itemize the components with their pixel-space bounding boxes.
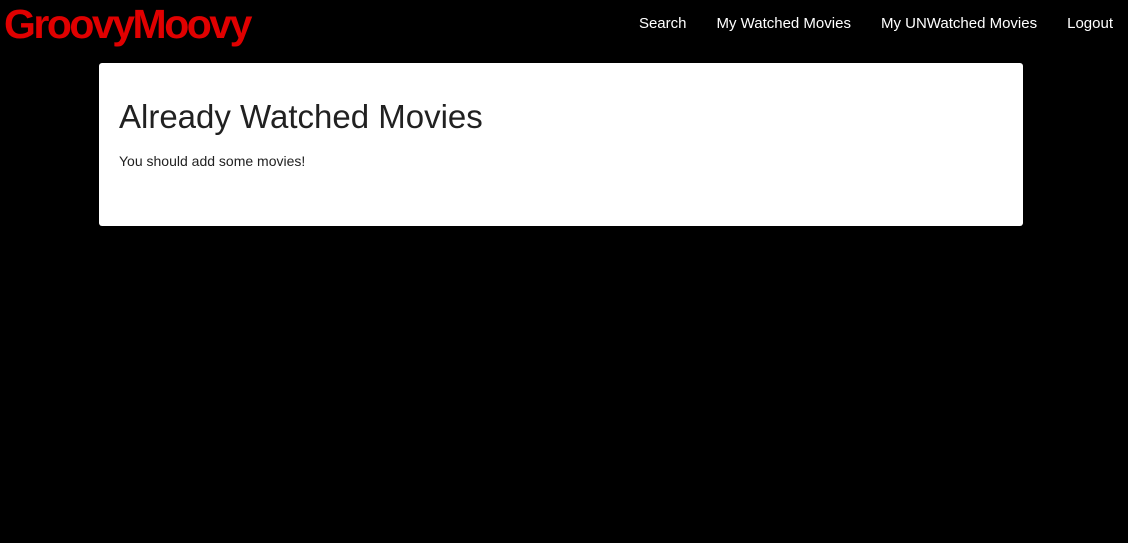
nav-link-unwatched-movies[interactable]: My UNWatched Movies: [881, 15, 1037, 32]
nav-link-watched-movies[interactable]: My Watched Movies: [716, 15, 850, 32]
nav-links: Search My Watched Movies My UNWatched Mo…: [639, 0, 1113, 46]
nav-link-search[interactable]: Search: [639, 15, 687, 32]
page-title: Already Watched Movies: [119, 98, 483, 135]
watched-movies-card: Already Watched Movies You should add so…: [99, 63, 1023, 226]
brand-logo[interactable]: GroovyMoovy: [4, 0, 252, 48]
nav-link-logout[interactable]: Logout: [1067, 15, 1113, 32]
top-navbar: GroovyMoovy Search My Watched Movies My …: [0, 0, 1128, 48]
empty-state-message: You should add some movies!: [119, 153, 306, 169]
